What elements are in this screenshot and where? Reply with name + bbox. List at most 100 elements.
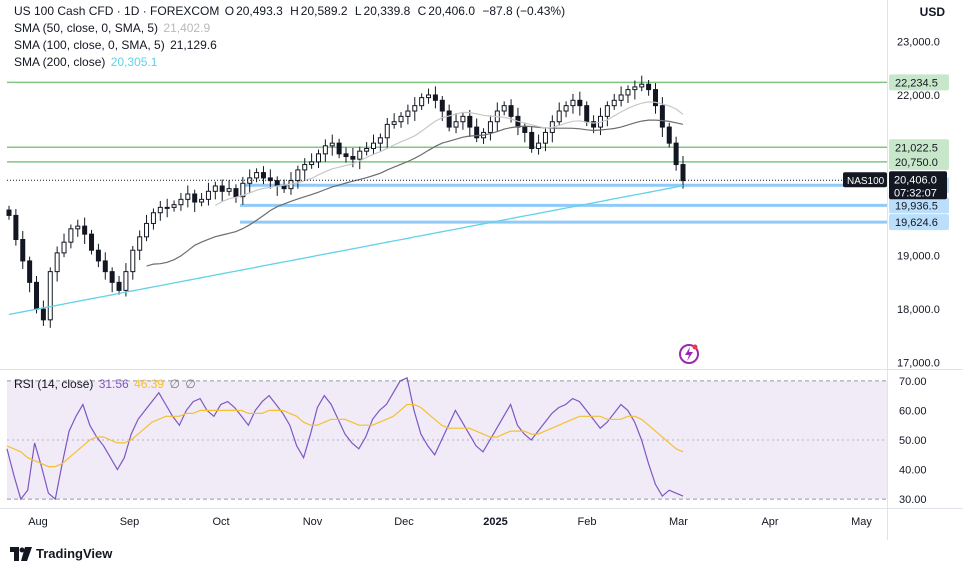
symbol-badge-label: NAS100: [847, 176, 885, 187]
candle-body: [54, 252, 60, 273]
time-tick-label: Dec: [394, 516, 414, 528]
price-tick-label: 19,000.0: [897, 251, 940, 263]
candle-body: [680, 164, 686, 182]
candle-body: [501, 105, 507, 112]
symbol-legend: US 100 Cash CFD · 1D · FOREXCOM O 20,493.…: [14, 3, 567, 19]
candle-body: [61, 241, 67, 254]
candle-body: [34, 281, 40, 310]
candle-body: [398, 115, 404, 123]
rsi-legend[interactable]: RSI (14, close) 31.56 46.39 ∅ ∅: [14, 376, 198, 392]
candle-body: [536, 142, 542, 149]
sma100-value: 21,129.6: [170, 38, 217, 52]
candle-body: [274, 180, 280, 187]
candle-body: [329, 142, 335, 147]
sma50-legend[interactable]: SMA (50, close, 0, SMA, 5) 21,402.9: [14, 20, 212, 36]
candle-body: [391, 121, 397, 125]
candle-body: [157, 206, 163, 214]
rsi-value: 31.56: [98, 377, 129, 391]
time-tick-label: May: [851, 516, 872, 528]
candle-body: [205, 190, 211, 200]
level-label: 22,234.5: [895, 77, 938, 89]
price-badge-countdown: 07:32:07: [894, 187, 937, 199]
candle-body: [666, 126, 672, 144]
candle-body: [625, 89, 631, 96]
level-label: 20,750.0: [895, 157, 938, 169]
candle-body: [384, 123, 390, 139]
candle-body: [6, 209, 12, 216]
candle-body: [570, 99, 576, 107]
price-change: −87.8 (−0.43%): [482, 4, 566, 18]
ohlc-open: O 20,493.3: [224, 4, 283, 18]
candle-body: [618, 94, 624, 101]
candle-body: [646, 83, 652, 91]
candle-body: [295, 169, 301, 182]
time-tick-label: Nov: [303, 516, 323, 528]
candle-body: [432, 94, 438, 101]
brand-name: TradingView: [36, 546, 113, 561]
candle-body: [522, 126, 528, 133]
candle-body: [446, 110, 452, 128]
sma100-legend[interactable]: SMA (100, close, 0, SMA, 5) 21,129.6: [14, 37, 219, 53]
candle-body: [226, 188, 232, 192]
candle-body: [192, 193, 198, 203]
candle-body: [639, 83, 645, 88]
candle-body: [150, 212, 156, 224]
candle-body: [377, 137, 383, 144]
time-tick-label: 2025: [483, 516, 507, 528]
rsi-tick-label: 70.00: [899, 376, 927, 388]
candle-body: [219, 185, 225, 192]
candle-body: [123, 271, 129, 291]
level-label: 19,936.5: [895, 200, 938, 212]
time-tick-label: Feb: [578, 516, 597, 528]
candle-body: [130, 249, 136, 273]
rsi-tick-label: 40.00: [899, 465, 927, 477]
candle-body: [164, 206, 170, 209]
candle-body: [27, 260, 33, 283]
sma100-line: [146, 119, 684, 267]
candle-body: [584, 105, 590, 123]
candle-body: [233, 188, 239, 198]
rsi-null-1: ∅: [169, 377, 180, 391]
time-tick-label: Aug: [28, 516, 48, 528]
candle-body: [102, 260, 108, 273]
candle-body: [309, 161, 315, 166]
chart-canvas[interactable]: 17,000.018,000.019,000.020,000.021,000.0…: [0, 0, 963, 571]
sma200-legend[interactable]: SMA (200, close) 20,305.1: [14, 54, 159, 70]
candle-body: [212, 185, 218, 192]
price-tick-label: 17,000.0: [897, 358, 940, 370]
candle-body: [89, 233, 95, 251]
price-tick-label: 22,000.0: [897, 90, 940, 102]
symbol-title: US 100 Cash CFD · 1D · FOREXCOM: [14, 4, 220, 18]
candle-body: [178, 198, 184, 206]
currency-button[interactable]: USD: [920, 5, 945, 19]
candle-body: [40, 308, 46, 321]
candle-body: [563, 105, 569, 112]
time-tick-label: Sep: [120, 516, 140, 528]
candle-body: [412, 105, 418, 112]
candle-body: [673, 142, 679, 166]
candle-body: [419, 97, 425, 107]
candle-body: [144, 222, 150, 238]
candle-body: [171, 204, 177, 208]
candle-body: [529, 131, 535, 149]
candle-body: [109, 271, 115, 283]
candle-body: [137, 236, 143, 251]
sma50-label: SMA (50, close, 0, SMA, 5): [14, 21, 159, 35]
candle-body: [357, 150, 363, 160]
flash-icon[interactable]: [678, 343, 700, 365]
price-tick-label: 23,000.0: [897, 36, 940, 48]
candle-body: [68, 228, 74, 243]
rsi-sma-value: 46.39: [134, 377, 165, 391]
level-label: 19,624.6: [895, 217, 938, 229]
ohlc-close: C 20,406.0: [417, 4, 475, 18]
rsi-label: RSI (14, close): [14, 377, 94, 391]
candle-body: [47, 271, 53, 321]
candle-body: [577, 99, 583, 107]
candle-body: [260, 172, 266, 179]
candle-body: [82, 225, 88, 235]
candle-body: [371, 142, 377, 149]
candle-body: [116, 281, 122, 291]
candle-body: [542, 131, 548, 144]
time-tick-label: Apr: [761, 516, 778, 528]
candle-body: [611, 99, 617, 107]
